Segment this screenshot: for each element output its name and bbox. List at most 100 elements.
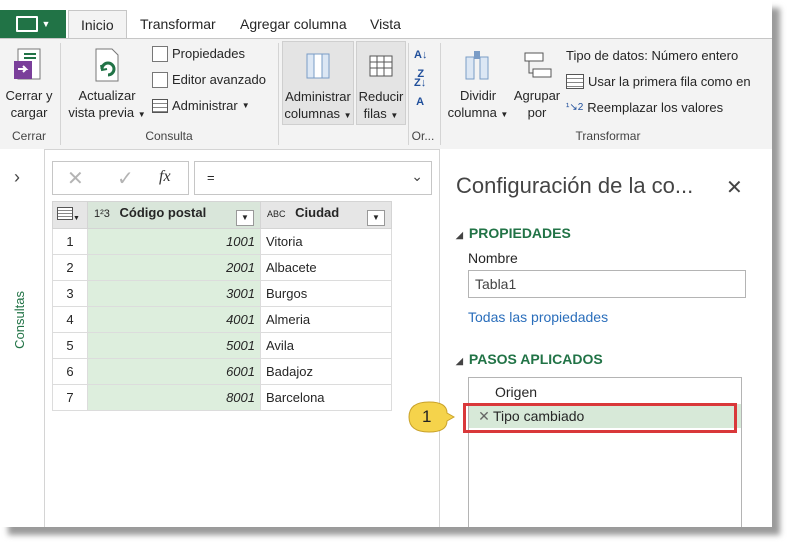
- cell-codigo-postal[interactable]: 5001: [87, 332, 261, 359]
- callout-number: 1: [422, 407, 432, 426]
- close-and-load-button[interactable]: Cerrar y cargar: [4, 47, 54, 121]
- cell-ciudad[interactable]: Barcelona: [260, 384, 392, 411]
- cell-codigo-postal[interactable]: 1001: [87, 228, 261, 255]
- chevron-down-icon: ▼: [137, 110, 146, 119]
- properties-icon: [152, 45, 168, 62]
- row-number: 2: [52, 254, 88, 281]
- column-header-codigo-postal[interactable]: 1²3 Código postal ▼: [87, 201, 261, 229]
- pane-title: Configuración de la co...: [456, 173, 694, 198]
- chevron-down-icon: ▼: [343, 111, 352, 120]
- tab-agregar-columna[interactable]: Agregar columna: [240, 10, 347, 38]
- replace-values-button[interactable]: ¹↘2 Reemplazar los valores: [566, 99, 723, 116]
- query-name-input[interactable]: Tabla1: [468, 270, 746, 298]
- formula-controls: ✕ ✓ fx: [52, 161, 189, 195]
- group-label-consulta: Consulta: [145, 129, 193, 143]
- manage-columns-label-2: columnas ▼: [284, 106, 352, 121]
- cell-ciudad[interactable]: Badajoz: [260, 358, 392, 385]
- refresh-label-1: Actualizar: [78, 88, 136, 103]
- tab-vista[interactable]: Vista: [370, 10, 401, 38]
- close-and-load-label-1: Cerrar y: [5, 88, 53, 103]
- applied-steps-list: Origen ✕ Tipo cambiado: [468, 377, 742, 527]
- row-number: 6: [52, 358, 88, 385]
- reduce-rows-label-2: filas ▼: [363, 106, 399, 121]
- table-row[interactable]: 6 6001 Badajoz: [52, 358, 392, 385]
- cell-ciudad[interactable]: Avila: [260, 332, 392, 359]
- formula-input[interactable]: = ⌄: [194, 161, 432, 195]
- ribbon-tabs: ▼ Inicio Transformar Agregar columna Vis…: [0, 0, 772, 41]
- refresh-preview-button[interactable]: Actualizar vista previa ▼: [66, 47, 148, 123]
- refresh-icon: [95, 48, 119, 82]
- cancel-icon[interactable]: ✕: [67, 166, 84, 191]
- column-header-ciudad[interactable]: ABC Ciudad ▼: [260, 201, 392, 229]
- ribbon: Cerrar y cargar Cerrar Actualizar vista …: [0, 38, 772, 150]
- cell-ciudad[interactable]: Burgos: [260, 280, 392, 307]
- step-origen[interactable]: Origen: [469, 380, 741, 404]
- chevron-down-icon[interactable]: ⌄: [411, 168, 423, 185]
- filter-dropdown-button[interactable]: ▼: [236, 209, 254, 226]
- cell-ciudad[interactable]: Vitoria: [260, 228, 392, 255]
- data-type-dropdown[interactable]: Tipo de datos: Número entero: [566, 47, 738, 64]
- refresh-label-2: vista previa ▼: [68, 105, 146, 120]
- advanced-editor-button[interactable]: Editor avanzado: [152, 71, 266, 88]
- file-menu-button[interactable]: ▼: [0, 10, 66, 38]
- cell-ciudad[interactable]: Almeria: [260, 306, 392, 333]
- table-options-button[interactable]: ▼: [52, 201, 88, 229]
- use-first-row-button[interactable]: Usar la primera fila como en: [566, 73, 751, 90]
- advanced-editor-icon: [152, 71, 168, 88]
- confirm-icon[interactable]: ✓: [117, 166, 134, 191]
- rows-icon: [369, 55, 393, 77]
- table-row[interactable]: 3 3001 Burgos: [52, 280, 392, 307]
- table-row[interactable]: 2 2001 Albacete: [52, 254, 392, 281]
- properties-button[interactable]: Propiedades: [152, 45, 245, 62]
- sort-descending-button[interactable]: Z↓ A: [414, 73, 426, 111]
- table-row[interactable]: 1 1001 Vitoria: [52, 228, 392, 255]
- ribbon-separator: [278, 43, 279, 145]
- expand-queries-chevron-icon[interactable]: ›: [14, 167, 20, 188]
- table-row[interactable]: 5 5001 Avila: [52, 332, 392, 359]
- row-number: 4: [52, 306, 88, 333]
- fx-icon[interactable]: fx: [159, 168, 171, 186]
- manage-columns-button[interactable]: Administrar columnas ▼: [282, 41, 354, 125]
- cell-ciudad[interactable]: Albacete: [260, 254, 392, 281]
- cell-codigo-postal[interactable]: 2001: [87, 254, 261, 281]
- group-by-label-1: Agrupar: [513, 88, 561, 103]
- split-column-label-2: columna ▼: [447, 105, 509, 120]
- tab-transformar[interactable]: Transformar: [140, 10, 216, 38]
- all-properties-link[interactable]: Todas las propiedades: [468, 309, 608, 325]
- replace-values-label: Reemplazar los valores: [587, 100, 724, 115]
- collapse-triangle-icon: ◢: [456, 230, 463, 240]
- reduce-rows-label-1: Reducir: [358, 89, 404, 104]
- filter-dropdown-button[interactable]: ▼: [367, 209, 385, 226]
- properties-section-header[interactable]: ◢ PROPIEDADES: [456, 225, 571, 241]
- queries-label[interactable]: Consultas: [12, 291, 27, 349]
- tab-inicio[interactable]: Inicio: [68, 10, 127, 41]
- cell-codigo-postal[interactable]: 4001: [87, 306, 261, 333]
- table-row[interactable]: 7 8001 Barcelona: [52, 384, 392, 411]
- cell-codigo-postal[interactable]: 8001: [87, 384, 261, 411]
- replace-values-icon: ¹↘2: [566, 102, 584, 113]
- cell-codigo-postal[interactable]: 6001: [87, 358, 261, 385]
- group-by-button[interactable]: Agrupar por: [512, 47, 562, 121]
- file-icon: [15, 16, 38, 32]
- manage-label: Administrar: [172, 98, 238, 113]
- split-column-button[interactable]: Dividir columna ▼: [446, 47, 510, 123]
- manage-button[interactable]: Administrar ▼: [152, 97, 250, 114]
- row-number: 1: [52, 228, 88, 255]
- table-icon: [57, 207, 73, 220]
- column-header-label: Código postal: [119, 204, 207, 220]
- data-grid: ▼ 1²3 Código postal ▼ ABC Ciudad ▼ 1 1001…: [52, 201, 392, 411]
- ribbon-separator: [440, 43, 441, 145]
- table-icon: [152, 98, 168, 113]
- properties-label: Propiedades: [172, 46, 245, 61]
- reduce-rows-button[interactable]: Reducir filas ▼: [356, 41, 406, 125]
- close-and-load-icon: [14, 48, 41, 80]
- sort-descending-icon: Z↓ A: [414, 77, 427, 108]
- table-row[interactable]: 4 4001 Almeria: [52, 306, 392, 333]
- close-icon[interactable]: ✕: [726, 175, 743, 200]
- chevron-down-icon: ▼: [500, 110, 509, 119]
- applied-steps-section-header[interactable]: ◢ PASOS APLICADOS: [456, 351, 603, 367]
- group-label-ordenar: Or...: [411, 129, 435, 143]
- query-settings-pane: Configuración de la co... ✕ ◢ PROPIEDADES…: [439, 149, 772, 527]
- group-by-icon: [524, 52, 552, 78]
- cell-codigo-postal[interactable]: 3001: [87, 280, 261, 307]
